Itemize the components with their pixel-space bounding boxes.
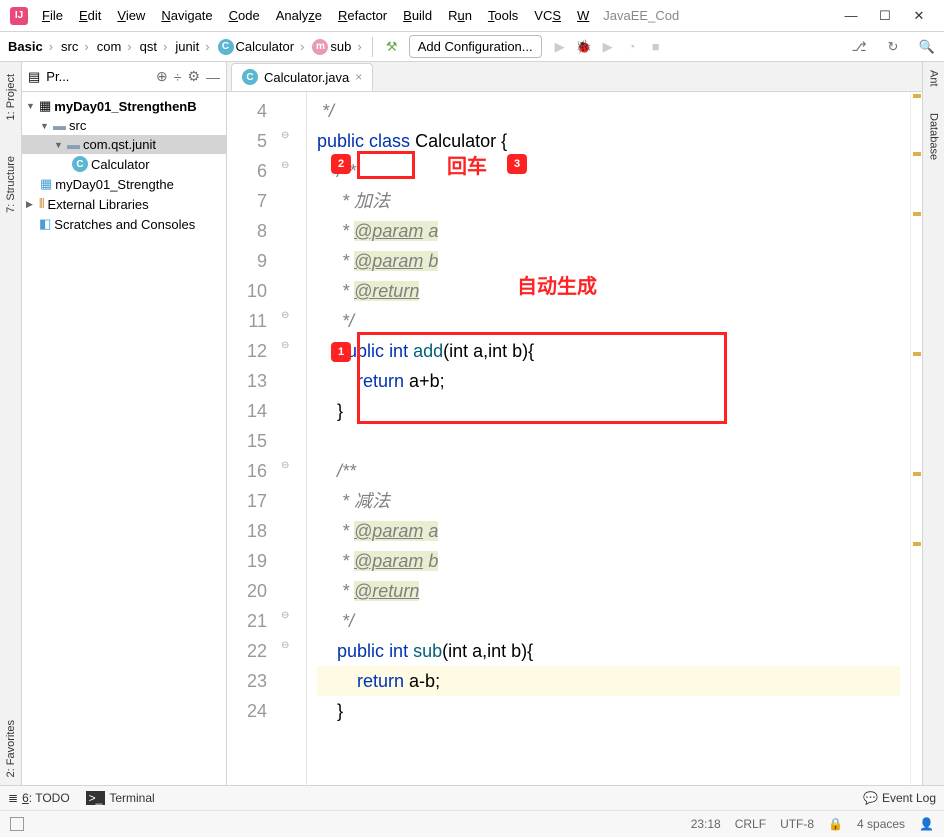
menu-code[interactable]: Code bbox=[221, 4, 268, 27]
annotation-enter: 回车 bbox=[447, 150, 487, 179]
tree-row-package[interactable]: ▼▬com.qst.junit bbox=[22, 135, 226, 154]
menu-navigate[interactable]: Navigate bbox=[153, 4, 220, 27]
tab-label: Calculator.java bbox=[264, 70, 349, 85]
navigation-bar: Basic src com qst junit CCalculator msub… bbox=[0, 32, 944, 62]
fold-gutter: ⊖ ⊖ ⊖ ⊖ ⊖ ⊖ ⊖ bbox=[277, 92, 307, 785]
tab-database[interactable]: Database bbox=[926, 105, 942, 168]
method-icon: m bbox=[312, 39, 328, 55]
menu-window[interactable]: W bbox=[569, 4, 597, 27]
git-icon[interactable]: ⎇ bbox=[849, 37, 869, 57]
tab-terminal[interactable]: >_Terminal bbox=[86, 791, 155, 805]
event-log-icon: 💬 bbox=[863, 791, 878, 805]
menu-tools[interactable]: Tools bbox=[480, 4, 526, 27]
settings-icon[interactable]: ⚙ bbox=[187, 68, 200, 85]
crumb-src[interactable]: src bbox=[57, 37, 93, 56]
project-tree: ▼▦myDay01_StrengthenB ▼▬src ▼▬com.qst.ju… bbox=[22, 92, 226, 238]
title-bar: IJ File Edit View Navigate Code Analyze … bbox=[0, 0, 944, 32]
project-panel: ▤ Pr... ⊕ ÷ ⚙ — ▼▦myDay01_StrengthenB ▼▬… bbox=[22, 62, 227, 785]
menu-file[interactable]: File bbox=[34, 4, 71, 27]
annotation-badge-2: 2 bbox=[331, 154, 351, 174]
project-node-icon: ▦ bbox=[39, 98, 51, 114]
stop-icon[interactable]: ■ bbox=[646, 39, 666, 55]
line-separator[interactable]: CRLF bbox=[735, 817, 766, 831]
tab-project[interactable]: 1: Project bbox=[3, 66, 19, 128]
project-icon: ▤ bbox=[28, 69, 40, 85]
tree-row-project[interactable]: ▼▦myDay01_StrengthenB bbox=[22, 96, 226, 116]
line-gutter: 456789101112131415161718192021222324 bbox=[227, 92, 277, 785]
menu-view[interactable]: View bbox=[109, 4, 153, 27]
class-icon: C bbox=[242, 69, 258, 85]
annotation-auto: 自动生成 bbox=[517, 270, 597, 299]
profile-icon[interactable]: ◔ bbox=[622, 39, 642, 55]
hide-icon[interactable]: — bbox=[206, 69, 220, 85]
encoding[interactable]: UTF-8 bbox=[780, 817, 814, 831]
coverage-icon[interactable]: ▶ bbox=[598, 39, 618, 55]
window-title: JavaEE_Cod bbox=[603, 8, 679, 23]
error-stripe bbox=[910, 92, 922, 785]
right-tool-strip: Ant Database bbox=[922, 62, 944, 785]
editor-area: C Calculator.java × 45678910111213141516… bbox=[227, 62, 922, 785]
run-icon[interactable]: ▶ bbox=[550, 39, 570, 55]
panel-title: Pr... bbox=[46, 69, 150, 84]
package-icon: ▬ bbox=[67, 137, 80, 152]
event-log[interactable]: 💬Event Log bbox=[863, 791, 936, 805]
crumb-qst[interactable]: qst bbox=[136, 37, 172, 56]
tab-structure[interactable]: 7: Structure bbox=[3, 148, 19, 221]
code-content[interactable]: */ public class Calculator { /** * 加法 * … bbox=[307, 92, 910, 785]
folder-icon: ▬ bbox=[53, 118, 66, 133]
indent[interactable]: 4 spaces bbox=[857, 817, 905, 831]
search-icon[interactable]: 🔍 bbox=[917, 37, 937, 57]
status-bar: 23:18 CRLF UTF-8 🔒 4 spaces 👤 bbox=[0, 810, 944, 837]
crumb-com[interactable]: com bbox=[93, 37, 136, 56]
tree-row-iml[interactable]: ▦myDay01_Strengthe bbox=[22, 174, 226, 194]
minimize-button[interactable]: — bbox=[844, 9, 858, 23]
expand-icon[interactable]: ÷ bbox=[174, 69, 182, 85]
left-tool-strip: 1: Project 7: Structure 2: Favorites bbox=[0, 62, 22, 785]
class-icon: C bbox=[218, 39, 234, 55]
scratch-icon: ◧ bbox=[39, 216, 51, 232]
tree-row-calculator[interactable]: CCalculator bbox=[22, 154, 226, 174]
maximize-button[interactable]: ☐ bbox=[878, 9, 892, 23]
menu-run[interactable]: Run bbox=[440, 4, 480, 27]
crumb-basic[interactable]: Basic bbox=[4, 37, 57, 56]
iml-icon: ▦ bbox=[40, 176, 52, 192]
close-tab-icon[interactable]: × bbox=[355, 70, 362, 84]
menu-analyze[interactable]: Analyze bbox=[268, 4, 330, 27]
debug-icon[interactable]: 🐞 bbox=[574, 39, 594, 55]
bottom-tool-bar: ≣6: TODO >_Terminal 💬Event Log bbox=[0, 785, 944, 810]
crumb-junit[interactable]: junit bbox=[171, 37, 213, 56]
status-box-icon[interactable] bbox=[10, 817, 24, 831]
cursor-position[interactable]: 23:18 bbox=[691, 817, 721, 831]
tab-ant[interactable]: Ant bbox=[926, 62, 942, 95]
close-button[interactable]: ✕ bbox=[912, 9, 926, 23]
menu-build[interactable]: Build bbox=[395, 4, 440, 27]
tab-todo[interactable]: ≣6: TODO bbox=[8, 791, 70, 805]
menu-vcs[interactable]: VCS bbox=[526, 4, 569, 27]
select-target-icon[interactable]: ⊕ bbox=[156, 68, 168, 85]
project-panel-header: ▤ Pr... ⊕ ÷ ⚙ — bbox=[22, 62, 226, 92]
update-icon[interactable]: ↻ bbox=[883, 37, 903, 57]
crumb-calculator[interactable]: CCalculator bbox=[214, 37, 309, 57]
tab-favorites[interactable]: 2: Favorites bbox=[3, 712, 19, 785]
tree-row-scratches[interactable]: ◧Scratches and Consoles bbox=[22, 214, 226, 234]
tree-row-libraries[interactable]: ▶⫴External Libraries bbox=[22, 194, 226, 214]
app-icon: IJ bbox=[10, 7, 28, 25]
editor-tabs: C Calculator.java × bbox=[227, 62, 922, 92]
menu-edit[interactable]: Edit bbox=[71, 4, 109, 27]
crumb-sub[interactable]: msub bbox=[308, 37, 365, 57]
tab-calculator-java[interactable]: C Calculator.java × bbox=[231, 63, 373, 91]
library-icon: ⫴ bbox=[39, 196, 44, 212]
annotation-badge-3: 3 bbox=[507, 154, 527, 174]
lock-icon[interactable]: 🔒 bbox=[828, 817, 843, 831]
code-editor[interactable]: 456789101112131415161718192021222324 ⊖ ⊖… bbox=[227, 92, 922, 785]
menu-refactor[interactable]: Refactor bbox=[330, 4, 395, 27]
inspect-icon[interactable]: 👤 bbox=[919, 817, 934, 831]
terminal-icon: >_ bbox=[86, 791, 106, 805]
build-icon[interactable]: ⚒ bbox=[382, 37, 402, 57]
tree-row-src[interactable]: ▼▬src bbox=[22, 116, 226, 135]
annotation-badge-1: 1 bbox=[331, 342, 351, 362]
class-icon: C bbox=[72, 156, 88, 172]
run-config-button[interactable]: Add Configuration... bbox=[409, 35, 542, 58]
todo-icon: ≣ bbox=[8, 791, 18, 805]
